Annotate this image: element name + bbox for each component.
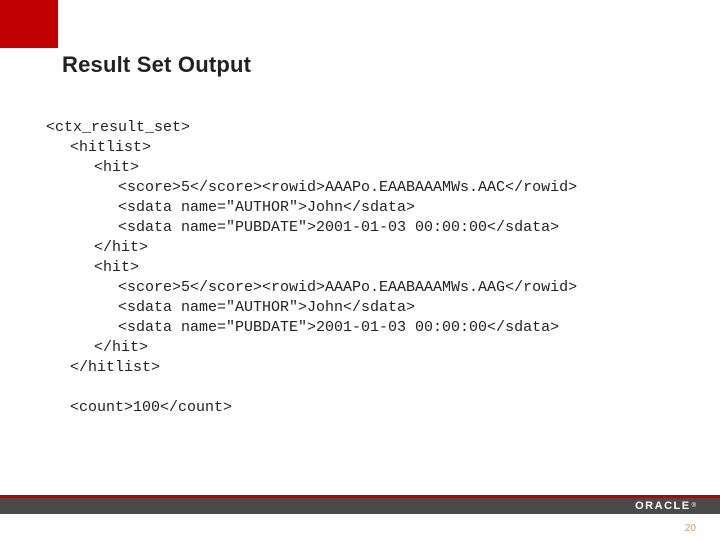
footer-bar — [0, 498, 720, 514]
code-line: <sdata name="PUBDATE">2001-01-03 00:00:0… — [118, 319, 559, 336]
code-line: <ctx_result_set> — [46, 119, 190, 136]
code-line: <sdata name="AUTHOR">John</sdata> — [118, 199, 415, 216]
page-title: Result Set Output — [62, 52, 251, 78]
code-line: </hit> — [94, 339, 148, 356]
code-line: <sdata name="AUTHOR">John</sdata> — [118, 299, 415, 316]
code-line: <score>5</score><rowid>AAAPo.EAABAAAMWs.… — [118, 179, 577, 196]
code-line: <score>5</score><rowid>AAAPo.EAABAAAMWs.… — [118, 279, 577, 296]
code-line: <hit> — [94, 259, 139, 276]
slide: Result Set Output <ctx_result_set> <hitl… — [0, 0, 720, 540]
code-line: <hitlist> — [70, 139, 151, 156]
corner-accent — [0, 0, 58, 48]
registered-icon: ® — [692, 503, 696, 509]
code-line: <hit> — [94, 159, 139, 176]
page-number: 20 — [685, 523, 696, 534]
code-line: </hitlist> — [70, 359, 160, 376]
code-line: <sdata name="PUBDATE">2001-01-03 00:00:0… — [118, 219, 559, 236]
oracle-logo: ORACLE® — [635, 500, 696, 512]
code-line: <count>100</count> — [70, 399, 232, 416]
code-line: </hit> — [94, 239, 148, 256]
code-block: <ctx_result_set> <hitlist> <hit> <score>… — [46, 98, 577, 438]
oracle-logo-text: ORACLE — [635, 500, 690, 512]
